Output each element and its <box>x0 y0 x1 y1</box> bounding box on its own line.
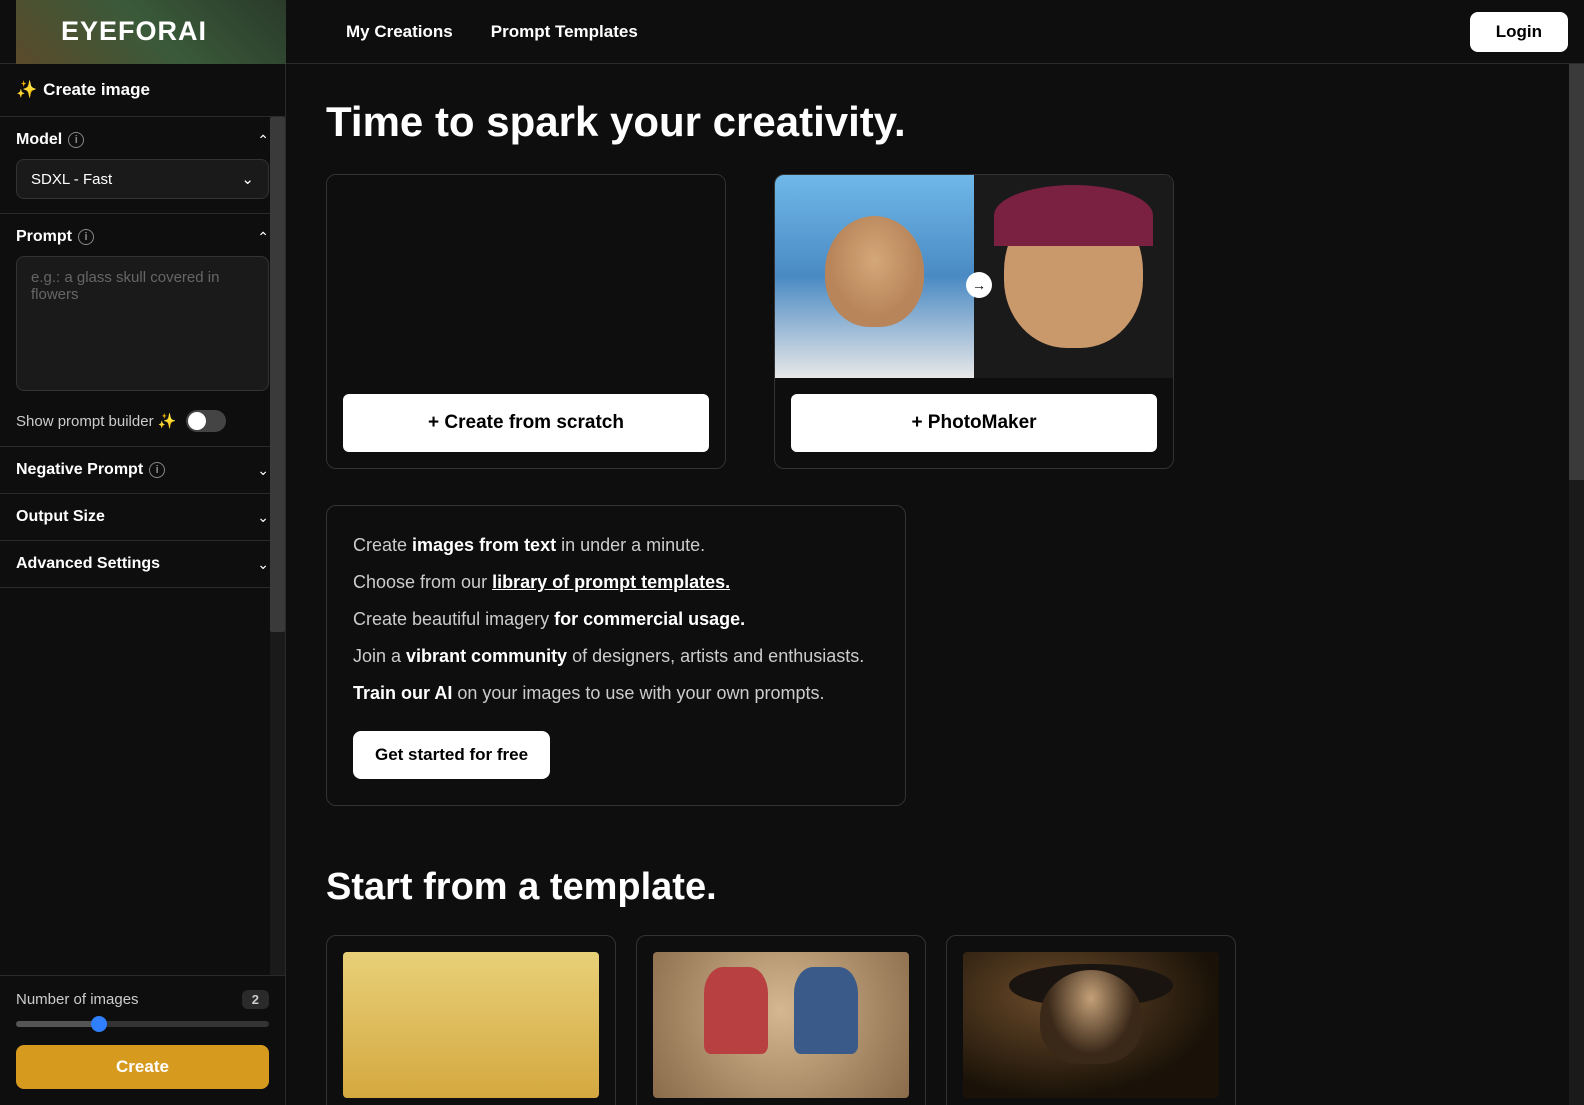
info-line: Train our AI on your images to use with … <box>353 680 879 707</box>
sidebar-scrollbar[interactable] <box>270 117 285 975</box>
chevron-down-icon: ⌄ <box>257 462 269 479</box>
main-content: Time to spark your creativity. + Create … <box>286 64 1584 1105</box>
info-box: Create images from text in under a minut… <box>326 505 906 806</box>
num-images-label: Number of images <box>16 991 139 1008</box>
get-started-button[interactable]: Get started for free <box>353 731 550 779</box>
advanced-label: Advanced Settings <box>16 555 160 573</box>
output-size-label: Output Size <box>16 508 105 526</box>
advanced-header[interactable]: Advanced Settings ⌄ <box>16 555 269 573</box>
card-image: → <box>775 175 1173 378</box>
model-value: SDXL - Fast <box>31 171 112 188</box>
info-line: Join a vibrant community of designers, a… <box>353 643 879 670</box>
main-scrollbar[interactable] <box>1569 64 1584 1105</box>
page-headline: Time to spark your creativity. <box>326 98 1544 146</box>
num-images-value: 2 <box>242 990 269 1009</box>
template-card[interactable] <box>326 935 616 1105</box>
output-size-header[interactable]: Output Size ⌄ <box>16 508 269 526</box>
info-line: Create beautiful imagery for commercial … <box>353 606 879 633</box>
photomaker-button[interactable]: + PhotoMaker <box>791 394 1157 452</box>
negative-prompt-section: Negative Prompt i ⌄ <box>0 447 285 494</box>
prompt-header[interactable]: Prompt i ⌃ <box>16 228 269 246</box>
info-icon[interactable]: i <box>149 462 165 478</box>
bottom-panel: Number of images 2 Create <box>0 975 285 1105</box>
slider-fill <box>16 1021 99 1027</box>
scrollbar-thumb[interactable] <box>1569 64 1584 480</box>
template-image <box>343 952 599 1098</box>
info-icon[interactable]: i <box>78 229 94 245</box>
nav-prompt-templates[interactable]: Prompt Templates <box>491 22 638 42</box>
negative-prompt-label: Negative Prompt <box>16 461 143 479</box>
create-scratch-card[interactable]: + Create from scratch <box>326 174 726 469</box>
nav-my-creations[interactable]: My Creations <box>346 22 453 42</box>
create-image-header: ✨ Create image <box>0 64 285 117</box>
logo-text: EYEFORAI <box>61 16 207 47</box>
num-images-slider[interactable] <box>16 1021 269 1027</box>
prompt-label: Prompt <box>16 228 72 246</box>
info-line: Create images from text in under a minut… <box>353 532 879 559</box>
create-scratch-button[interactable]: + Create from scratch <box>343 394 709 452</box>
show-builder-toggle[interactable] <box>186 410 226 432</box>
template-image <box>653 952 909 1098</box>
slider-thumb[interactable] <box>91 1016 107 1032</box>
card-image <box>327 175 725 378</box>
negative-prompt-header[interactable]: Negative Prompt i ⌄ <box>16 461 269 479</box>
face-before <box>775 175 974 378</box>
create-button[interactable]: Create <box>16 1045 269 1089</box>
chevron-down-icon: ⌄ <box>241 170 254 188</box>
info-line: Choose from our library of prompt templa… <box>353 569 879 596</box>
photomaker-card[interactable]: → + PhotoMaker <box>774 174 1174 469</box>
chevron-down-icon: ⌄ <box>257 556 269 573</box>
advanced-section: Advanced Settings ⌄ <box>0 541 285 588</box>
toggle-knob <box>188 412 206 430</box>
prompt-input[interactable] <box>16 256 269 391</box>
info-icon[interactable]: i <box>68 132 84 148</box>
model-section: Model i ⌃ SDXL - Fast ⌄ <box>0 117 285 214</box>
output-size-section: Output Size ⌄ <box>0 494 285 541</box>
template-image <box>963 952 1219 1098</box>
login-button[interactable]: Login <box>1470 12 1568 52</box>
chevron-up-icon: ⌃ <box>257 229 269 246</box>
model-label: Model <box>16 131 62 149</box>
scrollbar-thumb[interactable] <box>270 117 285 632</box>
chevron-up-icon: ⌃ <box>257 132 269 149</box>
model-header[interactable]: Model i ⌃ <box>16 131 269 149</box>
prompt-section: Prompt i ⌃ Show prompt builder ✨ <box>0 214 285 447</box>
template-card[interactable] <box>946 935 1236 1105</box>
show-builder-label: Show prompt builder ✨ <box>16 412 176 430</box>
templates-link[interactable]: library of prompt templates. <box>492 572 730 592</box>
template-card[interactable] <box>636 935 926 1105</box>
model-select[interactable]: SDXL - Fast ⌄ <box>16 159 269 199</box>
sparkle-icon: ✨ <box>16 80 37 100</box>
logo[interactable]: EYEFORAI <box>16 0 286 64</box>
create-image-label: Create image <box>43 80 150 100</box>
chevron-down-icon: ⌄ <box>257 509 269 526</box>
sidebar: ✨ Create image Model i ⌃ SDXL - Fast ⌄ <box>0 64 286 1105</box>
templates-title: Start from a template. <box>326 866 1544 909</box>
face-after <box>974 175 1173 378</box>
